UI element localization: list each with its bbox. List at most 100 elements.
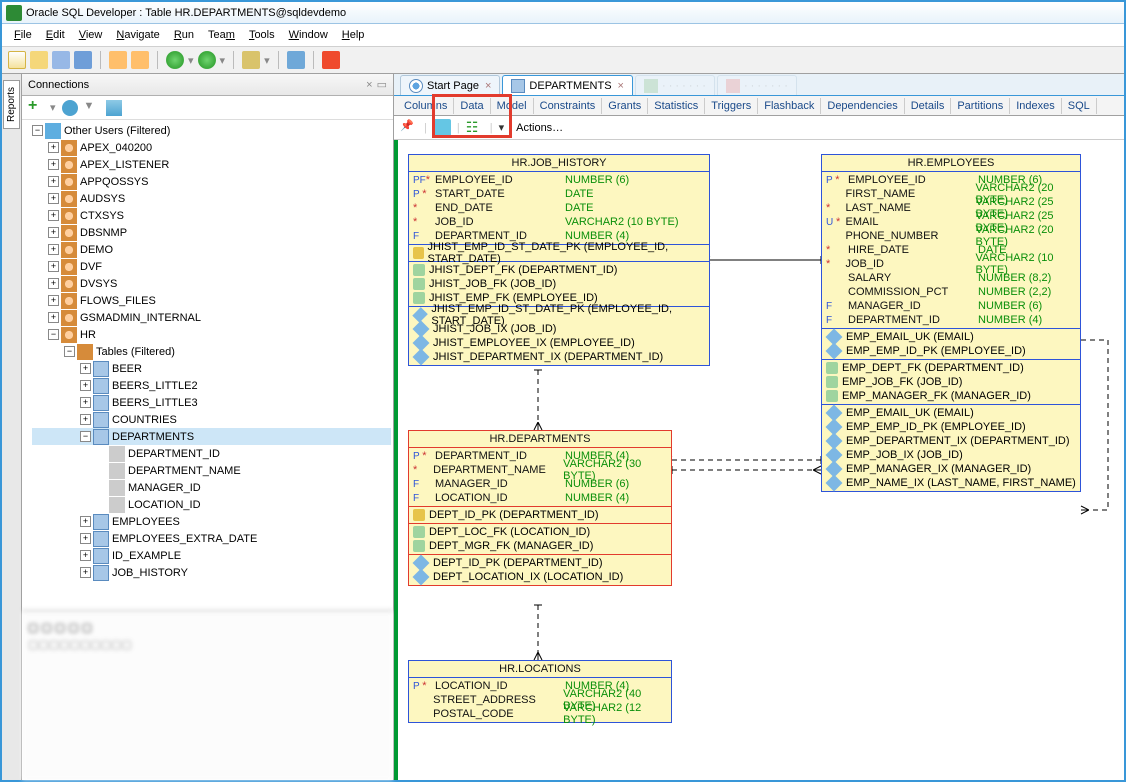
titlebar: Oracle SQL Developer : Table HR.DEPARTME… — [2, 2, 1124, 24]
panel-close-icon[interactable]: × — [366, 79, 372, 91]
menu-window[interactable]: Window — [283, 27, 334, 43]
reports-rail-tab[interactable]: Reports — [3, 80, 20, 129]
subtab-constraints[interactable]: Constraints — [534, 98, 603, 114]
stop-button[interactable] — [322, 51, 340, 69]
subtab-details[interactable]: Details — [905, 98, 952, 114]
start-page-icon — [409, 79, 423, 93]
tree-user-dvf[interactable]: +DVF — [32, 258, 391, 275]
menu-team[interactable]: Team — [202, 27, 241, 43]
tree-user-appqossys[interactable]: +APPQOSSYS — [32, 173, 391, 190]
panel-minimize-icon[interactable]: ▭ — [377, 79, 387, 91]
connections-title: Connections — [28, 79, 89, 91]
tab-departments[interactable]: DEPARTMENTS× — [502, 75, 633, 95]
find-button[interactable] — [287, 51, 305, 69]
tree-col-manager_id[interactable]: MANAGER_ID — [32, 479, 391, 496]
close-icon[interactable]: × — [618, 80, 624, 92]
tree-user-demo[interactable]: +DEMO — [32, 241, 391, 258]
menubar: FFileile Edit View Navigate Run Team Too… — [2, 24, 1124, 46]
menu-view[interactable]: View — [73, 27, 109, 43]
connections-header: Connections × ▭ — [22, 74, 393, 96]
tab-ghost-1[interactable]: · · · · · · · — [635, 75, 715, 95]
tree-user-hr[interactable]: −HR — [32, 326, 391, 343]
menu-edit[interactable]: Edit — [40, 27, 71, 43]
tree-user-flows_files[interactable]: +FLOWS_FILES — [32, 292, 391, 309]
tree-table-beer[interactable]: +BEER — [32, 360, 391, 377]
subtab-data[interactable]: Data — [454, 98, 490, 114]
left-rail: Reports — [2, 74, 22, 780]
undo-button[interactable] — [109, 51, 127, 69]
app-icon — [6, 5, 22, 21]
tree-table-employees_extra_date[interactable]: +EMPLOYEES_EXTRA_DATE — [32, 530, 391, 547]
refresh-button[interactable] — [62, 100, 78, 116]
window-title: Oracle SQL Developer : Table HR.DEPARTME… — [26, 7, 346, 19]
subtab-triggers[interactable]: Triggers — [705, 98, 758, 114]
main-toolbar: ▾ ▾ ▾ — [2, 46, 1124, 74]
subtab-partitions[interactable]: Partitions — [951, 98, 1010, 114]
entity-employees[interactable]: HR.EMPLOYEESP *EMPLOYEE_IDNUMBER (6)FIRS… — [821, 154, 1081, 492]
tree-user-dvsys[interactable]: +DVSYS — [32, 275, 391, 292]
layout-button[interactable]: ☷ — [466, 119, 484, 137]
editor-area: Start Page× DEPARTMENTS× · · · · · · · ·… — [394, 74, 1124, 780]
save-all-button[interactable] — [74, 51, 92, 69]
subtab-columns[interactable]: Columns — [398, 98, 454, 114]
tree-tables[interactable]: −Tables (Filtered) — [32, 343, 391, 360]
menu-navigate[interactable]: Navigate — [110, 27, 165, 43]
new-button[interactable] — [8, 51, 26, 69]
tree-user-dbsnmp[interactable]: +DBSNMP — [32, 224, 391, 241]
zoom-button[interactable] — [433, 119, 451, 137]
tree-user-audsys[interactable]: +AUDSYS — [32, 190, 391, 207]
close-icon[interactable]: × — [485, 80, 491, 92]
tree-table-id_example[interactable]: +ID_EXAMPLE — [32, 547, 391, 564]
menu-help[interactable]: Help — [336, 27, 371, 43]
tree-user-gsmadmin_internal[interactable]: +GSMADMIN_INTERNAL — [32, 309, 391, 326]
tree-table-beers_little2[interactable]: +BEERS_LITTLE2 — [32, 377, 391, 394]
subtab-flashback[interactable]: Flashback — [758, 98, 821, 114]
connections-tree[interactable]: −Other Users (Filtered)+APEX_040200+APEX… — [22, 120, 393, 610]
back-button[interactable] — [166, 51, 184, 69]
object-subtabs: ColumnsDataModelConstraintsGrantsStatist… — [394, 96, 1124, 116]
document-tabs: Start Page× DEPARTMENTS× · · · · · · · ·… — [394, 74, 1124, 96]
menu-run[interactable]: Run — [168, 27, 200, 43]
tree-table-job_history[interactable]: +JOB_HISTORY — [32, 564, 391, 581]
subtab-statistics[interactable]: Statistics — [648, 98, 705, 114]
tree-user-ctxsys[interactable]: +CTXSYS — [32, 207, 391, 224]
entity-job-history[interactable]: HR.JOB_HISTORYPF*EMPLOYEE_IDNUMBER (6)P … — [408, 154, 710, 366]
connections-panel: Connections × ▭ +▾ ▼ −Other Users (Filter… — [22, 74, 394, 780]
tree-table-beers_little3[interactable]: +BEERS_LITTLE3 — [32, 394, 391, 411]
entity-departments[interactable]: HR.DEPARTMENTSP *DEPARTMENT_IDNUMBER (4)… — [408, 430, 672, 586]
tree-col-location_id[interactable]: LOCATION_ID — [32, 496, 391, 513]
redo-button[interactable] — [131, 51, 149, 69]
subtab-grants[interactable]: Grants — [602, 98, 648, 114]
connections-toolbar: +▾ ▼ — [22, 96, 393, 120]
subtab-sql[interactable]: SQL — [1062, 98, 1097, 114]
tree-table-employees[interactable]: +EMPLOYEES — [32, 513, 391, 530]
tree-user-apex_040200[interactable]: +APEX_040200 — [32, 139, 391, 156]
save-button[interactable] — [52, 51, 70, 69]
sql-worksheet-button[interactable] — [242, 51, 260, 69]
tree-user-apex_listener[interactable]: +APEX_LISTENER — [32, 156, 391, 173]
new-connection-button[interactable]: + — [28, 100, 44, 116]
pin-button[interactable]: 📌 — [400, 119, 418, 137]
entity-locations[interactable]: HR.LOCATIONSP *LOCATION_IDNUMBER (4)STRE… — [408, 660, 672, 723]
tab-start-page[interactable]: Start Page× — [400, 75, 500, 95]
subtab-indexes[interactable]: Indexes — [1010, 98, 1062, 114]
tab-ghost-2[interactable]: · · · · · · · — [717, 75, 797, 95]
actions-button[interactable]: Actions… — [516, 122, 563, 134]
tree-col-department_id[interactable]: DEPARTMENT_ID — [32, 445, 391, 462]
lower-panel: ▢ ▢ ▢ ▢ ▢ ▢▢▢▢▢▢▢▢▢▢ — [22, 610, 393, 780]
menu-file[interactable]: FFileile — [8, 27, 38, 43]
table-icon — [511, 79, 525, 93]
open-button[interactable] — [30, 51, 48, 69]
model-toolbar: 📌 | | ☷ | ▾ Actions… — [394, 116, 1124, 140]
subtab-dependencies[interactable]: Dependencies — [821, 98, 904, 114]
forward-button[interactable] — [198, 51, 216, 69]
filter-button[interactable]: ▼ — [84, 100, 100, 116]
tree-col-department_name[interactable]: DEPARTMENT_NAME — [32, 462, 391, 479]
model-diagram[interactable]: HR.JOB_HISTORYPF*EMPLOYEE_IDNUMBER (6)P … — [394, 140, 1124, 780]
tree-other-users[interactable]: −Other Users (Filtered) — [32, 122, 391, 139]
tree-table-departments[interactable]: −DEPARTMENTS — [32, 428, 391, 445]
tns-button[interactable] — [106, 100, 122, 116]
subtab-model[interactable]: Model — [491, 98, 534, 114]
menu-tools[interactable]: Tools — [243, 27, 281, 43]
tree-table-countries[interactable]: +COUNTRIES — [32, 411, 391, 428]
